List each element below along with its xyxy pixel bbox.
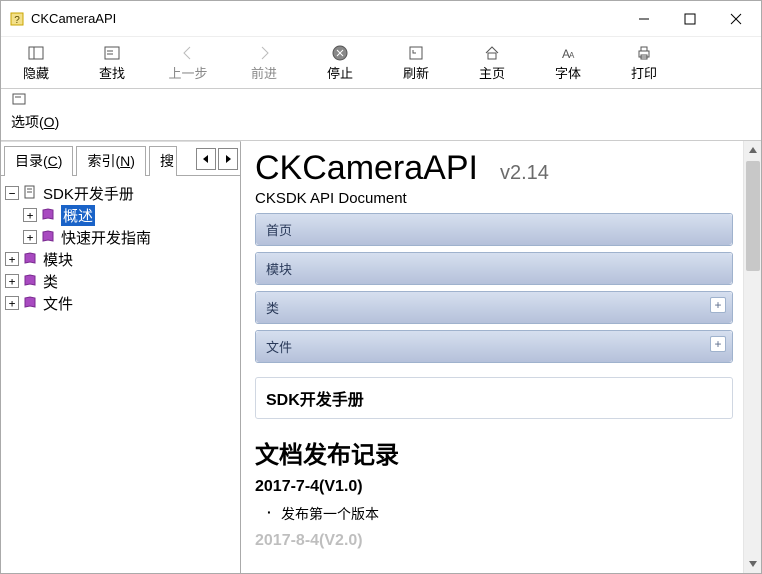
titlebar: ? CKCameraAPI: [1, 1, 761, 37]
stop-icon: [331, 43, 349, 63]
forward-button[interactable]: 前进: [235, 41, 293, 88]
hide-button[interactable]: 隐藏: [7, 41, 65, 88]
find-icon: [103, 43, 121, 63]
nav-files[interactable]: 文件 +: [255, 330, 733, 363]
nav-label: 类: [266, 301, 279, 316]
hide-icon: [27, 43, 45, 63]
section-heading: SDK开发手册: [255, 377, 733, 419]
expand-toggle-icon[interactable]: [5, 296, 19, 310]
stop-label: 停止: [327, 63, 353, 82]
doc-title: CKCameraAPI: [255, 149, 478, 188]
maximize-button[interactable]: [667, 4, 713, 34]
contents-tree[interactable]: SDK开发手册 概述 快速开发指南 模块: [1, 176, 240, 573]
back-icon: [179, 43, 197, 63]
doc-h3-v1: 2017-7-4(V1.0): [255, 478, 733, 496]
doc-version: v2.14: [500, 162, 549, 185]
expand-icon[interactable]: +: [710, 336, 726, 352]
book-icon: [23, 295, 39, 311]
tab-search[interactable]: 搜: [149, 146, 177, 176]
doc-subtitle: CKSDK API Document: [255, 190, 733, 207]
print-icon: [635, 43, 653, 63]
tree-item-sdk-manual[interactable]: SDK开发手册: [5, 182, 236, 204]
options-label: 选项(O): [11, 112, 59, 132]
sidebar-tabstrip: 目录(C) 索引(N) 搜: [1, 142, 240, 176]
options-button[interactable]: 选项(O): [7, 89, 63, 134]
expand-toggle-icon[interactable]: [23, 208, 37, 222]
expand-toggle-icon[interactable]: [5, 186, 19, 200]
refresh-label: 刷新: [403, 63, 429, 82]
home-icon: [483, 43, 501, 63]
scroll-thumb[interactable]: [746, 161, 760, 271]
tree-label: 文件: [43, 293, 73, 314]
help-window: ? CKCameraAPI 隐藏 查找 上一步 前进 停止: [0, 0, 762, 574]
tree-item-quickstart[interactable]: 快速开发指南: [5, 226, 236, 248]
find-label: 查找: [99, 63, 125, 82]
tree-label: 快速开发指南: [61, 227, 151, 248]
toolbar: 隐藏 查找 上一步 前进 停止 刷新 主页 AA 字体: [1, 37, 761, 89]
svg-text:A: A: [569, 51, 575, 60]
tab-index[interactable]: 索引(N): [76, 146, 145, 176]
tree-item-modules[interactable]: 模块: [5, 248, 236, 270]
doc-h3-v2: 2017-8-4(V2.0): [255, 532, 733, 550]
document-body: CKCameraAPI v2.14 CKSDK API Document 首页 …: [241, 141, 743, 573]
font-icon: AA: [559, 43, 577, 63]
close-button[interactable]: [713, 4, 759, 34]
book-icon: [23, 251, 39, 267]
page-icon: [23, 185, 39, 201]
expand-toggle-icon[interactable]: [5, 274, 19, 288]
book-icon: [23, 273, 39, 289]
hide-label: 隐藏: [23, 63, 49, 82]
tree-item-overview[interactable]: 概述: [5, 204, 236, 226]
refresh-button[interactable]: 刷新: [387, 41, 445, 88]
tab-scroll-right[interactable]: [218, 148, 238, 170]
forward-label: 前进: [251, 63, 277, 82]
scroll-down-button[interactable]: [744, 555, 761, 573]
nav-label: 模块: [266, 262, 292, 277]
book-icon: [41, 229, 57, 245]
book-icon: [41, 207, 57, 223]
tree-label: 模块: [43, 249, 73, 270]
tab-scroll-left[interactable]: [196, 148, 216, 170]
expand-icon[interactable]: +: [710, 297, 726, 313]
home-button[interactable]: 主页: [463, 41, 521, 88]
window-title: CKCameraAPI: [31, 11, 116, 26]
tree-item-classes[interactable]: 类: [5, 270, 236, 292]
expand-toggle-icon[interactable]: [5, 252, 19, 266]
navigation-sidebar: 目录(C) 索引(N) 搜 SDK开发手册 概述: [1, 141, 241, 573]
doc-list-item: 发布第一个版本: [281, 504, 733, 524]
nav-classes[interactable]: 类+: [255, 291, 733, 324]
tab-contents[interactable]: 目录(C): [4, 146, 73, 176]
scroll-up-button[interactable]: [744, 141, 761, 159]
minimize-button[interactable]: [621, 4, 667, 34]
tree-item-files[interactable]: 文件: [5, 292, 236, 314]
content-pane: CKCameraAPI v2.14 CKSDK API Document 首页 …: [241, 141, 761, 573]
refresh-icon: [407, 43, 425, 63]
vertical-scrollbar[interactable]: [743, 141, 761, 573]
print-label: 打印: [631, 63, 657, 82]
doc-h2-release: 文档发布记录: [255, 435, 733, 470]
nav-label: 文件: [266, 340, 292, 355]
back-label: 上一步: [168, 63, 207, 82]
doc-title-row: CKCameraAPI v2.14: [255, 149, 733, 188]
expand-toggle-icon[interactable]: [23, 230, 37, 244]
tree-label: 概述: [61, 205, 95, 226]
font-button[interactable]: AA 字体: [539, 41, 597, 88]
tree-label: 类: [43, 271, 58, 292]
font-label: 字体: [555, 63, 581, 82]
home-label: 主页: [479, 63, 505, 82]
app-icon: ?: [9, 11, 25, 27]
print-button[interactable]: 打印: [615, 41, 673, 88]
svg-text:?: ?: [14, 15, 20, 26]
back-button[interactable]: 上一步: [159, 41, 217, 88]
options-icon: [11, 91, 27, 110]
tree-label: SDK开发手册: [43, 183, 134, 204]
find-button[interactable]: 查找: [83, 41, 141, 88]
nav-home[interactable]: 首页: [255, 213, 733, 246]
forward-icon: [255, 43, 273, 63]
nav-label: 首页: [266, 223, 292, 238]
nav-modules[interactable]: 模块: [255, 252, 733, 285]
options-bar: 选项(O): [1, 89, 761, 141]
stop-button[interactable]: 停止: [311, 41, 369, 88]
